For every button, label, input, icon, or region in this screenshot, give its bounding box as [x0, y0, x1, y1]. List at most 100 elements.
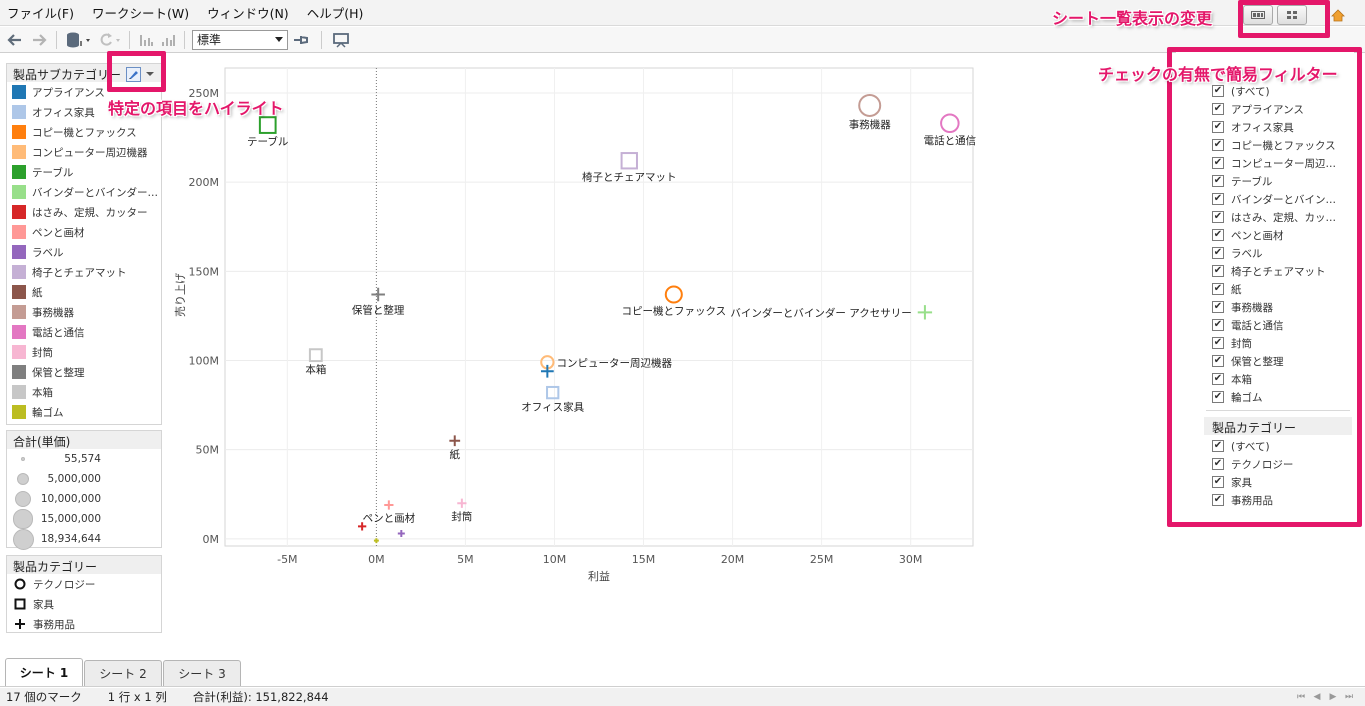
color-swatch	[12, 205, 26, 219]
sheet-navigation: ⏮ ◀ ▶ ⏭	[1293, 690, 1357, 704]
toolbar-separator	[56, 30, 57, 49]
fix-axes-button[interactable]	[288, 29, 316, 51]
scatter-point[interactable]: コンピューター周辺機器	[540, 355, 672, 370]
sort-descending-button[interactable]	[157, 29, 179, 51]
datasource-button[interactable]	[62, 29, 94, 51]
y-tick-label: 200M	[189, 176, 220, 189]
point-label: 本箱	[305, 363, 326, 376]
color-legend-item[interactable]: はさみ、定規、カッター	[7, 202, 161, 222]
forward-button[interactable]	[27, 29, 51, 51]
status-bar: 17 個のマーク 1 行 x 1 列 合計(利益): 151,822,844 ⏮…	[0, 688, 1365, 706]
tab-sheet-1[interactable]: シート 1	[5, 658, 83, 686]
color-legend-label: 本箱	[32, 386, 53, 399]
color-swatch	[12, 265, 26, 279]
size-legend-item: 5,000,000	[7, 469, 161, 489]
color-legend-item[interactable]: ラベル	[7, 242, 161, 262]
size-legend-circle-wrap	[7, 490, 39, 508]
last-sheet-button[interactable]: ⏭	[1341, 690, 1357, 704]
size-legend-circle-wrap	[7, 457, 39, 461]
shape-legend-label: 家具	[33, 598, 54, 611]
fit-select[interactable]: 標準	[192, 29, 288, 50]
color-legend-item[interactable]: コンピューター周辺機器	[7, 142, 161, 162]
tableau-window: ファイル(F) ワークシート(W) ウィンドウ(N) ヘルプ(H) 標準 製品サ…	[0, 0, 1365, 706]
color-legend-list: アプライアンス オフィス家具 コピー機とファックス コンピューター周辺機器 テーブル バイ…	[7, 82, 161, 422]
color-swatch	[12, 185, 26, 199]
circle-shape-icon	[13, 578, 27, 590]
color-swatch	[12, 285, 26, 299]
x-tick-label: 5M	[457, 553, 474, 566]
scatter-chart[interactable]: 0M50M100M150M200M250M-5M 0M 5M 10M 15M 20M 25M…	[170, 60, 980, 590]
menu-worksheet[interactable]: ワークシート(W)	[83, 3, 198, 22]
database-icon	[67, 32, 90, 47]
color-swatch	[12, 345, 26, 359]
prev-sheet-button[interactable]: ◀	[1309, 690, 1325, 704]
color-legend-item[interactable]: 紙	[7, 282, 161, 302]
shape-legend-item: 家具	[7, 594, 161, 614]
color-swatch	[12, 325, 26, 339]
color-legend-label: 事務機器	[32, 306, 74, 319]
plus-shape-icon	[13, 618, 27, 630]
tab-sheet-3[interactable]: シート 3	[163, 660, 241, 686]
x-tick-label: 15M	[632, 553, 656, 566]
color-swatch	[12, 125, 26, 139]
color-legend-label: コピー機とファックス	[32, 126, 137, 139]
color-legend-label: バインダーとバインダー アクセ...	[32, 186, 160, 199]
color-legend-item[interactable]: コピー機とファックス	[7, 122, 161, 142]
presentation-button[interactable]	[327, 29, 355, 51]
color-legend-item[interactable]: 事務機器	[7, 302, 161, 322]
size-legend-circle-wrap	[7, 472, 39, 486]
color-legend-item[interactable]: 本箱	[7, 382, 161, 402]
color-swatch	[12, 405, 26, 419]
tab-sheet-2[interactable]: シート 2	[84, 660, 162, 686]
color-legend-item[interactable]: テーブル	[7, 162, 161, 182]
y-tick-label: 50M	[196, 444, 220, 457]
size-circle	[16, 472, 30, 486]
color-swatch	[12, 225, 26, 239]
x-tick-label: 10M	[543, 553, 567, 566]
shape-legend-list: テクノロジー 家具 事務用品	[7, 574, 161, 634]
size-legend-label: 15,000,000	[40, 513, 101, 525]
y-tick-label: 0M	[203, 533, 220, 546]
scatter-point[interactable]: バインダーとバインダー アクセサリー	[730, 305, 933, 320]
color-legend-item[interactable]: 封筒	[7, 342, 161, 362]
color-legend-item[interactable]: ペンと画材	[7, 222, 161, 242]
sort-desc-icon	[162, 34, 175, 46]
size-circle	[13, 509, 33, 529]
color-swatch	[12, 305, 26, 319]
home-icon	[1331, 8, 1345, 21]
color-legend-label: コンピューター周辺機器	[32, 146, 148, 159]
menu-window[interactable]: ウィンドウ(N)	[198, 3, 298, 22]
y-axis-title: 売り上げ	[174, 273, 187, 317]
x-tick-label: 20M	[721, 553, 745, 566]
menu-file[interactable]: ファイル(F)	[0, 3, 83, 22]
menu-help[interactable]: ヘルプ(H)	[298, 3, 373, 22]
x-tick-label: 30M	[899, 553, 923, 566]
color-legend-label: ラベル	[32, 246, 64, 259]
size-legend-item: 18,934,644	[7, 528, 161, 550]
back-button[interactable]	[3, 29, 27, 51]
x-axis-title: 利益	[588, 569, 610, 583]
size-legend-title: 合計(単価)	[7, 431, 161, 449]
x-tick-label: 0M	[368, 553, 385, 566]
point-label: オフィス家具	[521, 400, 584, 413]
color-legend-label: テーブル	[32, 166, 74, 179]
size-circle	[14, 490, 32, 508]
color-legend-item[interactable]: 電話と通信	[7, 322, 161, 342]
next-sheet-button[interactable]: ▶	[1325, 690, 1341, 704]
y-tick-label: 100M	[189, 355, 220, 368]
point-label: 事務機器	[849, 118, 891, 131]
sort-ascending-button[interactable]	[135, 29, 157, 51]
first-sheet-button[interactable]: ⏮	[1293, 690, 1309, 704]
color-legend-item[interactable]: 保管と整理	[7, 362, 161, 382]
sheet-view-highlight-box	[1238, 0, 1330, 38]
size-circle	[21, 457, 25, 461]
presentation-icon	[333, 32, 349, 48]
shape-legend-title: 製品カテゴリー	[7, 556, 161, 574]
size-legend-list: 55,574 5,000,000 10,000,000 15,000,000 18,93…	[7, 449, 161, 550]
color-swatch	[12, 165, 26, 179]
color-legend-item[interactable]: 椅子とチェアマット	[7, 262, 161, 282]
color-legend-item[interactable]: 輪ゴム	[7, 402, 161, 422]
color-legend-item[interactable]: バインダーとバインダー アクセ...	[7, 182, 161, 202]
shape-legend-item: テクノロジー	[7, 574, 161, 594]
refresh-button[interactable]	[94, 29, 124, 51]
